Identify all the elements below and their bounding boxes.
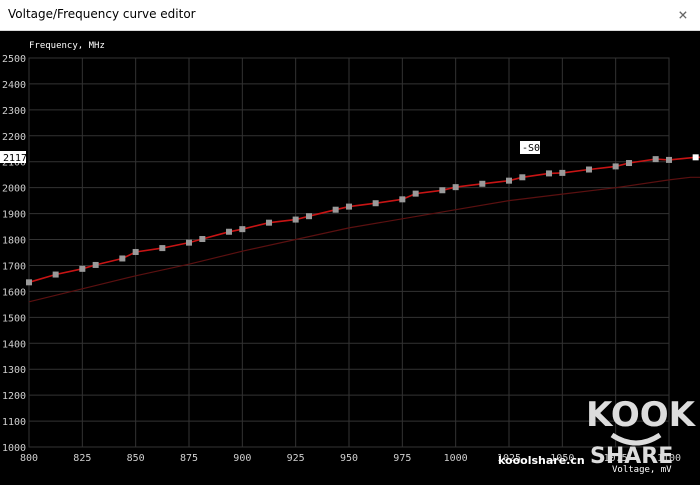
vf-curve-editor-window: Voltage/Frequency curve editor × 1000 110… (0, 0, 700, 485)
x-tick-label: 925 (287, 453, 305, 464)
window-title: Voltage/Frequency curve editor (8, 7, 196, 21)
curve-point[interactable] (199, 236, 206, 243)
curve-point[interactable] (266, 219, 272, 226)
curve-point[interactable] (186, 239, 192, 246)
curve-point[interactable] (652, 156, 659, 163)
y-tick-label: 1300 (2, 365, 26, 376)
y-tick-label: 2300 (2, 106, 26, 117)
y-tick-label: 1400 (2, 339, 26, 350)
y-tick-label: 1100 (2, 417, 26, 428)
curve-point[interactable] (159, 245, 166, 252)
x-tick-label: 975 (393, 453, 411, 464)
vf-chart-svg[interactable]: 1000 1100 1200 1300 1400 1500 1600 1700 1800 1900… (0, 31, 700, 485)
editable-curve-line (28, 156, 700, 284)
y-tick-label: 1800 (2, 236, 26, 247)
curve-point[interactable] (559, 169, 566, 176)
curve-point[interactable] (452, 184, 459, 191)
curve-point[interactable] (612, 163, 619, 170)
vf-chart[interactable]: 1000 1100 1200 1300 1400 1500 1600 1700 1800 1900… (0, 31, 700, 485)
y-tick-label: 1200 (2, 391, 26, 402)
y-axis-label: Frequency, MHz (29, 41, 105, 51)
curve-point[interactable] (626, 160, 632, 167)
curve-point[interactable] (52, 271, 59, 278)
x-tick-label: 825 (73, 453, 91, 464)
x-tick-label: 900 (233, 453, 251, 464)
curve-point[interactable] (546, 170, 552, 177)
curve-point[interactable] (239, 226, 246, 233)
y-tick-label: 2400 (2, 80, 26, 91)
curve-point[interactable] (292, 216, 299, 223)
title-bar: Voltage/Frequency curve editor × (0, 0, 700, 31)
x-tick-label: 1000 (444, 453, 468, 464)
curve-series (28, 156, 700, 303)
y-tick-label: 2000 (2, 184, 26, 195)
x-tick-label: 800 (20, 453, 38, 464)
curve-point[interactable] (586, 166, 592, 173)
x-tick-label: 875 (180, 453, 198, 464)
site-watermark: kooolshare.cn (498, 454, 585, 467)
y-tick-label: 2500 (2, 54, 26, 65)
curve-point[interactable] (479, 180, 486, 187)
curve-point[interactable] (306, 213, 312, 220)
curve-point[interactable] (399, 196, 406, 203)
curve-point[interactable] (372, 200, 379, 207)
curve-point[interactable] (506, 177, 512, 184)
curve-point[interactable] (519, 174, 526, 181)
curve-point[interactable] (79, 265, 86, 272)
curve-point[interactable] (119, 255, 126, 262)
selected-offset-tag: -S0 (522, 143, 540, 154)
curve-point[interactable] (439, 187, 446, 194)
selected-curve-point[interactable] (692, 154, 699, 161)
y-tick-label: 1500 (2, 313, 26, 324)
curve-point[interactable] (92, 261, 99, 268)
logo-top-text: KOOK (586, 395, 697, 435)
x-tick-label: 950 (340, 453, 358, 464)
logo-smile (610, 432, 662, 446)
x-axis-label: Voltage, mV (612, 465, 672, 475)
curve-point[interactable] (26, 279, 32, 286)
curve-point[interactable] (412, 190, 419, 197)
y-tick-label: 2200 (2, 132, 26, 143)
x-tick-label: 850 (127, 453, 145, 464)
y-axis-ticks: 1000110012001300140015001600170018001900… (2, 54, 26, 454)
curve-point[interactable] (666, 156, 672, 163)
curve-point[interactable] (132, 248, 139, 255)
current-frequency-tag: 2117 (3, 153, 27, 164)
curve-point[interactable] (346, 203, 352, 210)
curve-point[interactable] (332, 206, 339, 213)
chart-grid (28, 57, 670, 448)
y-tick-label: 1600 (2, 287, 26, 298)
curve-point[interactable] (226, 228, 232, 235)
y-tick-label: 1900 (2, 210, 26, 221)
close-icon[interactable]: × (672, 4, 694, 26)
y-tick-label: 1700 (2, 261, 26, 272)
